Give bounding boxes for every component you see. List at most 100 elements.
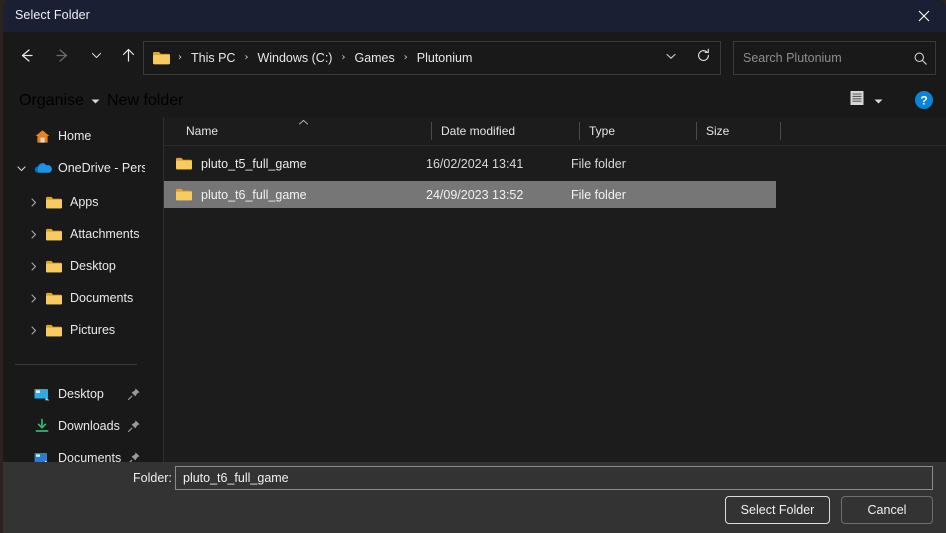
downloads-arrow-icon [31, 418, 53, 434]
breadcrumb: › This PC › Windows (C:) › Games › Pluto… [171, 49, 656, 67]
sidebar-item-documents-tree[interactable]: Documents [23, 283, 145, 313]
breadcrumb-item-windows-c[interactable]: Windows (C:) [255, 49, 334, 67]
address-dropdown-button[interactable] [656, 42, 686, 74]
organise-button[interactable]: Organise [15, 88, 104, 113]
pin-icon[interactable] [127, 387, 141, 401]
header-underline [164, 145, 946, 146]
chevron-down-icon [665, 49, 677, 67]
cell-type: File folder [571, 157, 681, 171]
caret-down-icon [874, 92, 883, 110]
chevron-down-icon[interactable] [11, 163, 31, 174]
folder-icon [152, 50, 171, 66]
sidebar-item-downloads-quick[interactable]: Downloads [11, 411, 145, 441]
sidebar-scrollbar[interactable] [149, 235, 153, 462]
breadcrumb-separator: › [404, 53, 408, 63]
column-header-date-modified[interactable]: Date modified [431, 117, 579, 145]
folder-icon [43, 291, 65, 306]
onedrive-cloud-icon [31, 161, 53, 175]
back-button[interactable] [9, 41, 43, 75]
chevron-right-icon[interactable] [23, 293, 43, 304]
new-folder-label: New folder [107, 92, 183, 110]
sidebar-item-label: Desktop [70, 259, 116, 273]
cell-date-modified: 24/09/2023 13:52 [426, 188, 571, 202]
sidebar-item-label: Home [58, 129, 91, 143]
view-options-button[interactable] [848, 89, 883, 112]
breadcrumb-separator: › [341, 53, 345, 63]
window-title: Select Folder [15, 8, 90, 22]
breadcrumb-item-games[interactable]: Games [352, 49, 396, 67]
folder-name-input[interactable] [175, 466, 933, 490]
column-header-label: Type [579, 124, 615, 138]
refresh-button[interactable] [686, 42, 720, 74]
navigation-bar: › This PC › Windows (C:) › Games › Pluto… [3, 32, 946, 84]
sidebar-item-attachments[interactable]: Attachments [23, 219, 145, 249]
folder-icon [43, 227, 65, 242]
chevron-right-icon[interactable] [23, 197, 43, 208]
cell-type: File folder [571, 188, 681, 202]
chevron-right-icon[interactable] [23, 229, 43, 240]
breadcrumb-separator: › [244, 53, 248, 63]
new-folder-button[interactable]: New folder [103, 88, 187, 113]
column-header-type[interactable]: Type [579, 117, 696, 145]
folder-icon [175, 156, 194, 171]
sidebar-item-label: Downloads [58, 419, 120, 433]
folder-field-label: Folder: [133, 471, 172, 485]
search-icon[interactable] [905, 51, 935, 66]
chevron-right-icon[interactable] [23, 325, 43, 336]
navigation-pane: Home OneDrive - Pers [3, 117, 163, 462]
recent-locations-button[interactable] [79, 41, 113, 75]
help-button[interactable]: ? [914, 90, 934, 110]
sidebar-item-onedrive[interactable]: OneDrive - Pers [11, 153, 145, 183]
arrow-up-icon [120, 47, 137, 69]
forward-button[interactable] [45, 41, 79, 75]
sidebar-item-documents-quick[interactable]: Documents [11, 443, 145, 462]
folder-icon [175, 187, 194, 202]
breadcrumb-item-this-pc[interactable]: This PC [189, 49, 237, 67]
cell-date-modified: 16/02/2024 13:41 [426, 157, 571, 171]
folder-icon [43, 259, 65, 274]
pin-icon[interactable] [127, 419, 141, 433]
table-row[interactable]: pluto_t5_full_game 16/02/2024 13:41 File… [164, 150, 776, 177]
up-one-level-button[interactable] [111, 41, 145, 75]
search-input[interactable] [734, 51, 905, 65]
sidebar-item-home[interactable]: Home [11, 121, 145, 151]
column-divider[interactable] [780, 122, 781, 140]
table-row[interactable]: pluto_t6_full_game 24/09/2023 13:52 File… [164, 181, 776, 208]
cancel-button[interactable]: Cancel [841, 496, 933, 524]
sidebar-item-label: OneDrive - Pers [58, 161, 145, 175]
chevron-right-icon[interactable] [23, 261, 43, 272]
cell-name: pluto_t6_full_game [201, 188, 426, 202]
folder-icon [43, 195, 65, 210]
pin-icon[interactable] [127, 451, 141, 462]
column-header-label: Size [696, 124, 729, 138]
caret-down-icon [91, 92, 100, 110]
help-icon: ? [914, 97, 934, 114]
sidebar-item-pictures[interactable]: Pictures [23, 315, 145, 345]
dialog-footer: Folder: Select Folder Cancel [3, 462, 946, 533]
close-button[interactable] [901, 0, 946, 32]
sidebar-item-label: Desktop [58, 387, 104, 401]
column-header-row: Name Date modified Type Size [164, 117, 946, 145]
column-header-label: Date modified [431, 124, 515, 138]
command-bar: Organise New folder [3, 84, 946, 117]
breadcrumb-item-plutonium[interactable]: Plutonium [415, 49, 475, 67]
select-folder-button[interactable]: Select Folder [725, 496, 830, 524]
sidebar-item-label: Attachments [70, 227, 139, 241]
refresh-icon [696, 48, 711, 68]
sidebar-item-desktop-quick[interactable]: Desktop [11, 379, 145, 409]
sidebar-item-desktop-tree[interactable]: Desktop [23, 251, 145, 281]
sidebar-item-label: Documents [58, 451, 121, 462]
close-icon [918, 10, 930, 22]
home-icon [31, 128, 53, 145]
arrow-right-icon [54, 47, 71, 69]
chevron-down-icon [90, 49, 103, 67]
column-header-size[interactable]: Size [696, 117, 780, 145]
sidebar-item-label: Pictures [70, 323, 115, 337]
sidebar-separator [15, 364, 137, 365]
sidebar-item-apps[interactable]: Apps [23, 187, 145, 217]
address-bar[interactable]: › This PC › Windows (C:) › Games › Pluto… [143, 41, 721, 75]
sidebar-item-label: Apps [70, 195, 99, 209]
search-box[interactable] [733, 41, 936, 75]
documents-icon [31, 451, 53, 463]
title-bar[interactable]: Select Folder [3, 0, 946, 32]
